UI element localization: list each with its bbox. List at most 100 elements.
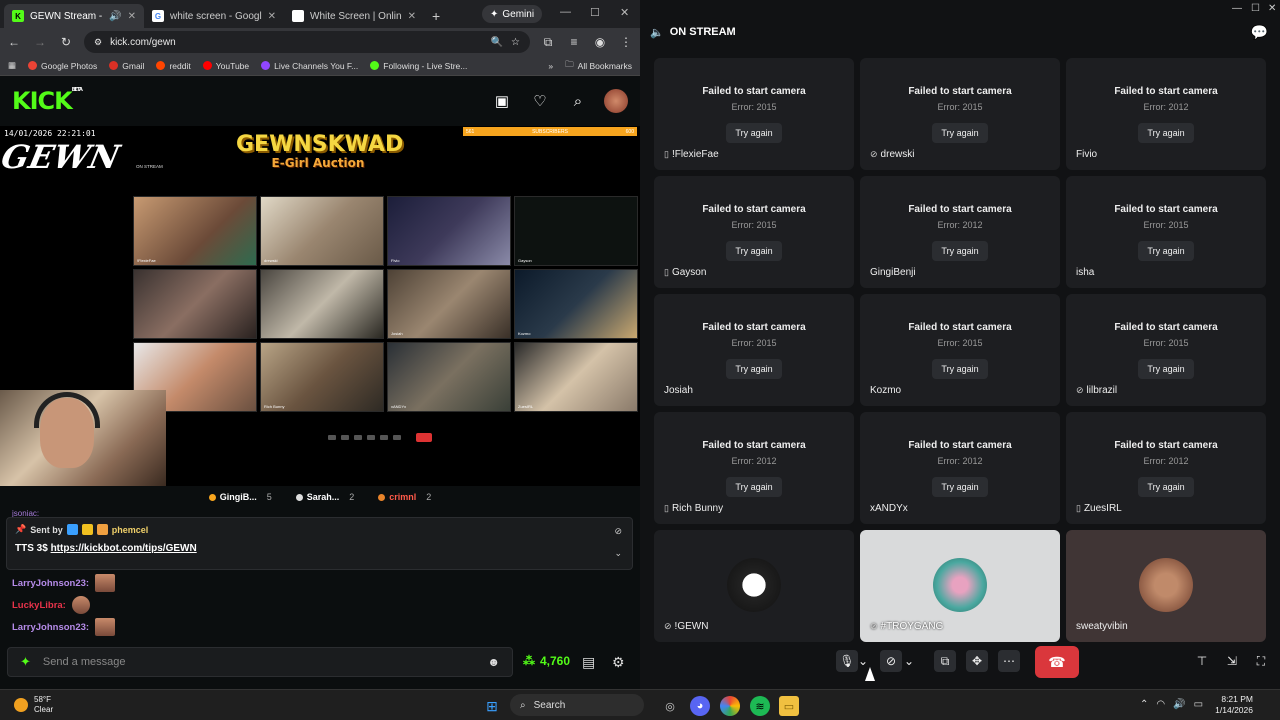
leaderboard-item[interactable]: Sarah... 2: [295, 492, 354, 502]
task-view-icon[interactable]: ◎: [660, 696, 680, 716]
try-again-button[interactable]: Try again: [726, 241, 782, 261]
more-bookmarks-icon[interactable]: »: [548, 61, 553, 71]
disconnect-button[interactable]: ☎: [1035, 646, 1079, 678]
screen-share-icon[interactable]: ⧉: [934, 650, 956, 672]
close-window-icon[interactable]: ✕: [620, 6, 629, 19]
send-message-input[interactable]: ✦ Send a message ☻: [7, 647, 513, 677]
speaker-icon[interactable]: 🔊: [109, 11, 121, 22]
menu-icon[interactable]: ⋮: [618, 35, 634, 49]
stream-video[interactable]: 14/01/2026 22:21:01 GEWN GEWNSKWAD E-Gir…: [0, 126, 640, 486]
popout-icon[interactable]: ⇲: [1221, 650, 1243, 672]
close-tab-icon[interactable]: ✕: [408, 11, 416, 22]
maximize-icon[interactable]: ☐: [590, 6, 600, 19]
profile-icon[interactable]: ◉: [592, 35, 608, 49]
maximize-icon[interactable]: ☐: [1251, 3, 1260, 14]
participant-tile[interactable]: ⊘ !GEWN: [654, 530, 854, 642]
try-again-button[interactable]: Try again: [726, 477, 782, 497]
battery-icon[interactable]: ▭: [1194, 699, 1203, 710]
chevron-down-icon[interactable]: ⌄: [614, 548, 622, 559]
leaderboard-item[interactable]: crimnl 2: [378, 492, 431, 502]
kick-sparkle-icon[interactable]: ✦: [20, 654, 31, 670]
try-again-button[interactable]: Try again: [726, 359, 782, 379]
cast-icon[interactable]: ⧉: [540, 35, 556, 50]
close-window-icon[interactable]: ✕: [1268, 3, 1276, 14]
try-again-button[interactable]: Try again: [932, 123, 988, 143]
participant-tile[interactable]: Failed to start camera Error: 2015 Try a…: [860, 58, 1060, 170]
kick-logo[interactable]: KICKBETA: [12, 87, 83, 115]
tab-search-icon[interactable]: ≡: [566, 35, 582, 49]
url-field[interactable]: ⚙ kick.com/gewn 🔍 ☆: [84, 31, 530, 53]
volume-icon[interactable]: 🔊: [1173, 699, 1185, 710]
chrome-icon[interactable]: [720, 696, 740, 716]
fullscreen-icon[interactable]: ⛶: [1250, 650, 1272, 672]
following-icon[interactable]: ▣: [492, 91, 512, 111]
try-again-button[interactable]: Try again: [932, 241, 988, 261]
heart-icon[interactable]: ♡: [530, 91, 550, 111]
taskbar-search[interactable]: ⌕ Search: [510, 694, 644, 716]
pin-icon[interactable]: ⊤: [1191, 650, 1213, 672]
pinned-link[interactable]: https://kickbot.com/tips/GEWN: [51, 543, 197, 554]
bookmark-item[interactable]: Gmail: [109, 61, 144, 71]
windows-start-icon[interactable]: ⊞: [482, 696, 502, 716]
activities-icon[interactable]: ✥: [966, 650, 988, 672]
try-again-button[interactable]: Try again: [1138, 359, 1194, 379]
tab-white-screen[interactable]: White Screen | Online To ✕: [284, 4, 424, 28]
forward-icon[interactable]: →: [32, 35, 48, 49]
leaderboard-item[interactable]: GingiB... 5: [208, 492, 272, 502]
taskbar-clock[interactable]: 8:21 PM 1/14/2026: [1213, 694, 1253, 716]
try-again-button[interactable]: Try again: [932, 359, 988, 379]
search-icon[interactable]: ⌕: [568, 91, 588, 111]
bookmark-item[interactable]: reddit: [156, 61, 191, 71]
chevron-up-icon[interactable]: ⌃: [1140, 699, 1148, 710]
camera-off-icon[interactable]: ⊘: [880, 650, 902, 672]
discord-icon[interactable]: ◕: [690, 696, 710, 716]
participant-tile[interactable]: Failed to start camera Error: 2012 Try a…: [860, 412, 1060, 524]
participant-tile[interactable]: Failed to start camera Error: 2012 Try a…: [654, 412, 854, 524]
participant-tile[interactable]: Failed to start camera Error: 2015 Try a…: [654, 294, 854, 406]
try-again-button[interactable]: Try again: [726, 123, 782, 143]
try-again-button[interactable]: Try again: [1138, 477, 1194, 497]
participant-tile[interactable]: Failed to start camera Error: 2012 Try a…: [1066, 412, 1266, 524]
chevron-down-icon[interactable]: ⌄: [902, 650, 916, 672]
chat-username[interactable]: LarryJohnson23:: [12, 578, 89, 589]
weather-widget[interactable]: 58°F Clear: [14, 695, 53, 715]
participant-tile[interactable]: Failed to start camera Error: 2015 Try a…: [1066, 176, 1266, 288]
site-info-icon[interactable]: ⚙: [94, 37, 102, 48]
try-again-button[interactable]: Try again: [1138, 123, 1194, 143]
unpin-icon[interactable]: ⊘: [614, 526, 622, 537]
try-again-button[interactable]: Try again: [1138, 241, 1194, 261]
chat-bubble-icon[interactable]: 💬: [1251, 24, 1268, 41]
bookmark-item[interactable]: YouTube: [202, 61, 249, 71]
bookmark-star-icon[interactable]: ☆: [511, 37, 520, 48]
apps-icon[interactable]: ▦: [8, 60, 16, 71]
participant-tile[interactable]: Failed to start camera Error: 2015 Try a…: [654, 58, 854, 170]
participant-tile[interactable]: Failed to start camera Error: 2015 Try a…: [860, 294, 1060, 406]
close-tab-icon[interactable]: ✕: [128, 11, 136, 22]
microphone-icon[interactable]: 🎙: [836, 650, 858, 672]
reload-icon[interactable]: ↻: [58, 35, 74, 49]
bookmark-item[interactable]: Live Channels You F...: [261, 61, 358, 71]
settings-gear-icon[interactable]: ⚙: [612, 654, 625, 671]
participant-tile[interactable]: Failed to start camera Error: 2015 Try a…: [1066, 294, 1266, 406]
tab-kick[interactable]: K GEWN Stream - Watc 🔊 ✕: [4, 4, 144, 28]
minimize-icon[interactable]: —: [560, 6, 571, 18]
zoom-icon[interactable]: 🔍: [491, 37, 503, 48]
back-icon[interactable]: ←: [6, 35, 22, 49]
tab-google[interactable]: G white screen - Google Se ✕: [144, 4, 284, 28]
minimize-icon[interactable]: —: [1232, 3, 1242, 14]
user-avatar[interactable]: [604, 89, 628, 113]
pinned-username[interactable]: phemcel: [112, 525, 149, 535]
bookmark-item[interactable]: Google Photos: [28, 61, 97, 71]
store-icon[interactable]: ▤: [582, 654, 595, 671]
participant-tile[interactable]: Failed to start camera Error: 2012 Try a…: [1066, 58, 1266, 170]
bookmark-item[interactable]: Following - Live Stre...: [370, 61, 467, 71]
emoji-icon[interactable]: ☻: [487, 655, 500, 669]
chat-username[interactable]: LarryJohnson23:: [12, 622, 89, 633]
participant-tile[interactable]: Failed to start camera Error: 2015 Try a…: [654, 176, 854, 288]
gemini-button[interactable]: ✦ Gemini: [482, 5, 543, 23]
close-tab-icon[interactable]: ✕: [268, 11, 276, 22]
channel-points[interactable]: ⁂ 4,760: [523, 654, 570, 668]
try-again-button[interactable]: Try again: [932, 477, 988, 497]
chat-username[interactable]: LuckyLibra:: [12, 600, 66, 611]
participant-tile[interactable]: ⊘ #TROYGANG: [860, 530, 1060, 642]
